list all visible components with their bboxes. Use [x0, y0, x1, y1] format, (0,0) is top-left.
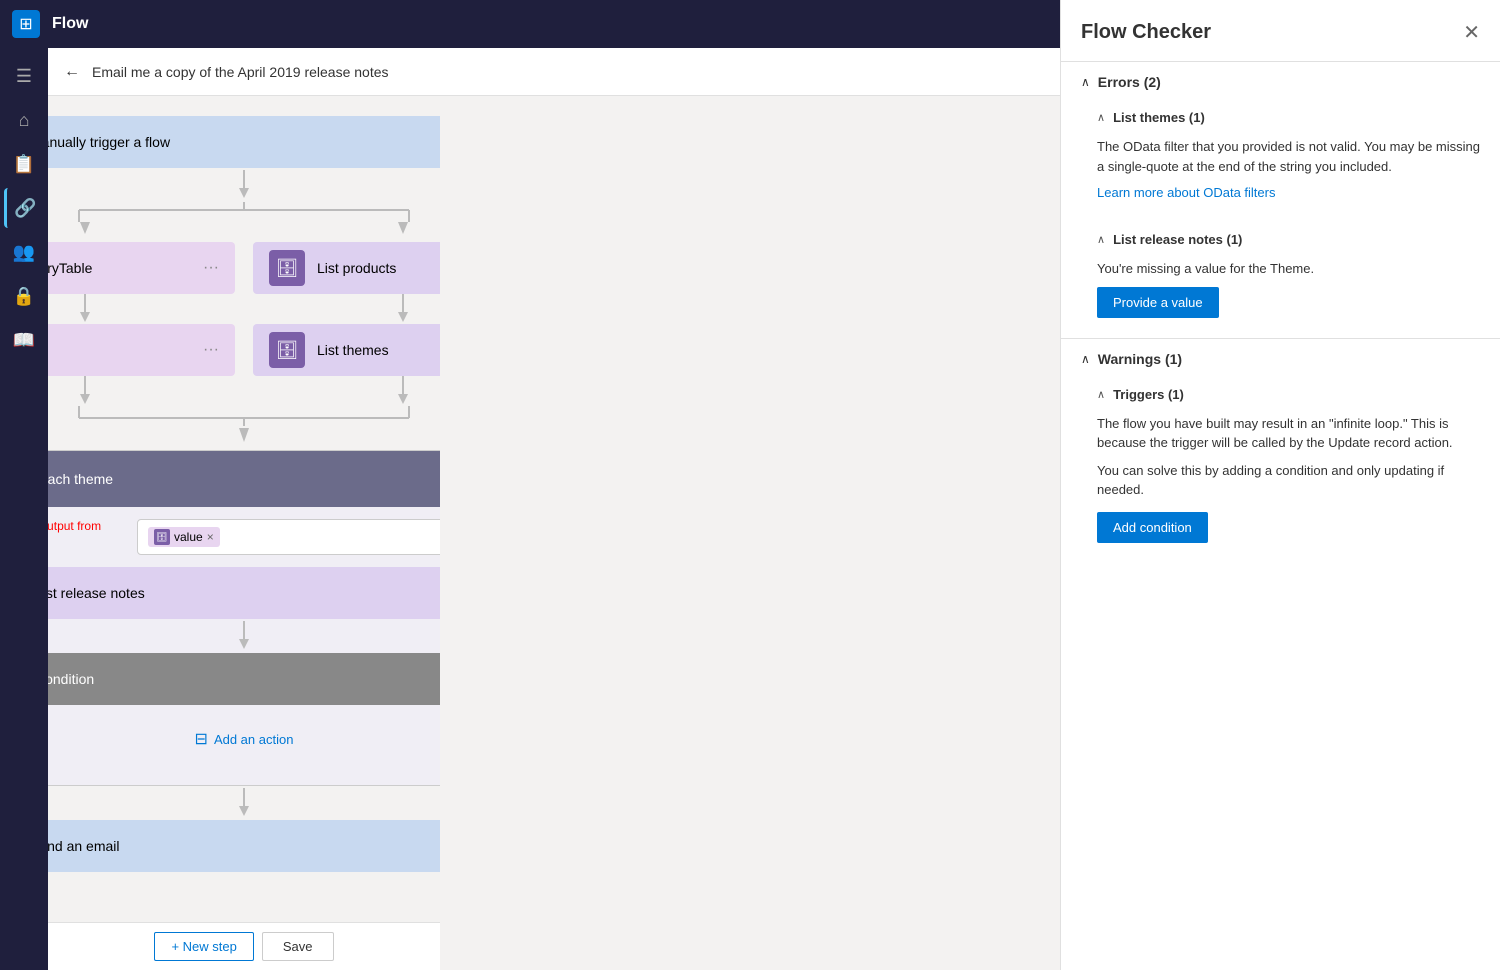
body-node[interactable]: {x} Body ··· — [48, 324, 235, 376]
add-condition-button[interactable]: Add condition — [1097, 512, 1208, 543]
list-release-notes-error-content: You're missing a value for the Theme. Pr… — [1097, 255, 1480, 330]
summary-table-node[interactable]: {x} SummaryTable ··· — [48, 242, 235, 294]
sidebar: ☰ ⌂ 📋 🔗 👥 🔒 📖 — [0, 48, 48, 970]
connector-1 — [234, 170, 254, 200]
save-button[interactable]: Save — [262, 932, 334, 961]
body-more[interactable]: ··· — [203, 341, 219, 359]
list-release-notes-toggle: ∧ — [1097, 233, 1105, 246]
sidebar-item-approvals[interactable]: 📋 — [4, 144, 44, 184]
right-arrow-1 — [393, 222, 413, 242]
list-release-notes-error-header[interactable]: ∧ List release notes (1) — [1097, 224, 1480, 255]
condition-label: Condition — [48, 671, 440, 687]
list-themes-error-title: List themes (1) — [1113, 110, 1205, 125]
list-release-notes-error: ∧ List release notes (1) You're missing … — [1061, 224, 1500, 330]
foreach-container: ⇄ For each theme ··· * * Select an outpu… — [48, 450, 440, 786]
value-chip-container[interactable]: 🗄 value × — [137, 519, 440, 555]
chip-close-button[interactable]: × — [207, 530, 214, 544]
errors-section-title: Errors (2) — [1098, 74, 1161, 90]
parallel-branches: {x} SummaryTable ··· {x} Body ··· 🗄 List… — [48, 222, 440, 406]
warnings-section-header[interactable]: ∧ Warnings (1) — [1061, 339, 1500, 379]
right-arrow-3 — [393, 376, 413, 406]
trigger-node[interactable]: 👆 Manually trigger a flow ··· — [48, 116, 440, 168]
sidebar-item-home[interactable]: ⌂ — [4, 100, 44, 140]
list-themes-toggle: ∧ — [1097, 111, 1105, 124]
checker-title: Flow Checker — [1081, 21, 1211, 44]
bottom-bar: + New step Save — [48, 922, 440, 970]
connector-2 — [234, 428, 254, 448]
sidebar-item-learn[interactable]: 📖 — [4, 320, 44, 360]
back-button[interactable]: ← — [64, 63, 80, 81]
list-products-node[interactable]: 🗄 List products ··· — [253, 242, 440, 294]
left-branch: {x} SummaryTable ··· {x} Body ··· — [48, 222, 236, 406]
sidebar-item-flows[interactable]: 🔗 — [4, 188, 44, 228]
right-arrow-2 — [393, 294, 413, 324]
sidebar-item-teams[interactable]: 👥 — [4, 232, 44, 272]
list-themes-error-message: The OData filter that you provided is no… — [1097, 137, 1480, 176]
list-release-notes-node[interactable]: 🗄 List release notes ··· — [48, 567, 440, 619]
foreach-label: For each theme — [48, 471, 440, 487]
sidebar-item-connections[interactable]: 🔒 — [4, 276, 44, 316]
fork-line — [48, 202, 440, 222]
breadcrumb: Email me a copy of the April 2019 releas… — [92, 64, 389, 80]
add-action-icon: ⊟ — [195, 729, 208, 749]
triggers-warning-content: The flow you have built may result in an… — [1097, 410, 1480, 555]
body-label: Body — [48, 342, 191, 358]
condition-node[interactable]: ⊟ Condition ··· — [48, 653, 440, 705]
send-email-node[interactable]: O Send an email ··· — [48, 820, 440, 872]
flow-checker-panel: Flow Checker ✕ ∧ Errors (2) ∧ List theme… — [1060, 0, 1500, 970]
warnings-toggle-icon: ∧ — [1081, 352, 1090, 366]
select-output-label: * * Select an output from previous steps — [48, 519, 121, 547]
db-icon-1: 🗄 — [269, 250, 305, 286]
summary-table-more[interactable]: ··· — [203, 259, 219, 277]
list-themes-node[interactable]: 🗄 List themes ··· — [253, 324, 440, 376]
left-arrow-1 — [75, 222, 95, 242]
trigger-label: Manually trigger a flow — [48, 134, 440, 150]
list-themes-error-header[interactable]: ∧ List themes (1) — [1097, 102, 1480, 133]
db-icon-2: 🗄 — [269, 332, 305, 368]
topnav-left: ⊞ Flow — [12, 10, 88, 38]
triggers-warning: ∧ Triggers (1) The flow you have built m… — [1061, 379, 1500, 555]
checker-close-button[interactable]: ✕ — [1463, 20, 1480, 45]
right-branch: 🗄 List products ··· 🗄 List themes ··· — [252, 222, 440, 406]
list-themes-error: ∧ List themes (1) The OData filter that … — [1061, 102, 1500, 224]
add-action-button[interactable]: ⊟ Add an action — [195, 721, 294, 757]
chip-value: value — [174, 530, 203, 544]
checker-header: Flow Checker ✕ — [1061, 0, 1500, 61]
add-action-label: Add an action — [214, 732, 294, 747]
merge-line — [48, 406, 440, 426]
send-email-label: Send an email — [48, 838, 440, 854]
value-chip: 🗄 value × — [148, 527, 220, 547]
list-products-label: List products — [317, 260, 440, 276]
provide-value-button[interactable]: Provide a value — [1097, 287, 1219, 318]
foreach-body: * * Select an output from previous steps… — [48, 507, 440, 769]
list-release-notes-label: List release notes — [48, 585, 440, 601]
chip-icon: 🗄 — [154, 529, 170, 545]
triggers-warning-header[interactable]: ∧ Triggers (1) — [1097, 379, 1480, 410]
foreach-header[interactable]: ⇄ For each theme ··· — [48, 451, 440, 507]
errors-section-header[interactable]: ∧ Errors (2) — [1061, 62, 1500, 102]
connector-foreach — [48, 621, 440, 651]
triggers-warning-message1: The flow you have built may result in an… — [1097, 414, 1480, 453]
list-release-notes-error-title: List release notes (1) — [1113, 232, 1242, 247]
connector-3 — [234, 788, 254, 818]
learn-more-odata-link[interactable]: Learn more about OData filters — [1097, 185, 1275, 200]
warnings-section: ∧ Warnings (1) ∧ Triggers (1) The flow y… — [1061, 338, 1500, 555]
app-title: Flow — [52, 15, 88, 33]
summary-table-label: SummaryTable — [48, 260, 191, 276]
left-arrow-3 — [75, 376, 95, 406]
list-themes-label: List themes — [317, 342, 440, 358]
new-step-button[interactable]: + New step — [154, 932, 253, 961]
triggers-warning-message2: You can solve this by adding a condition… — [1097, 461, 1480, 500]
errors-toggle-icon: ∧ — [1081, 75, 1090, 89]
triggers-toggle: ∧ — [1097, 388, 1105, 401]
warnings-section-title: Warnings (1) — [1098, 351, 1182, 367]
list-themes-error-content: The OData filter that you provided is no… — [1097, 133, 1480, 224]
left-arrow-2 — [75, 294, 95, 324]
app-logo[interactable]: ⊞ — [12, 10, 40, 38]
errors-section: ∧ Errors (2) ∧ List themes (1) The OData… — [1061, 61, 1500, 330]
list-release-notes-error-message: You're missing a value for the Theme. — [1097, 259, 1480, 279]
triggers-warning-title: Triggers (1) — [1113, 387, 1184, 402]
sidebar-item-menu[interactable]: ☰ — [4, 56, 44, 96]
flow-canvas: 👆 Manually trigger a flow ··· {x} Summar… — [48, 96, 440, 970]
